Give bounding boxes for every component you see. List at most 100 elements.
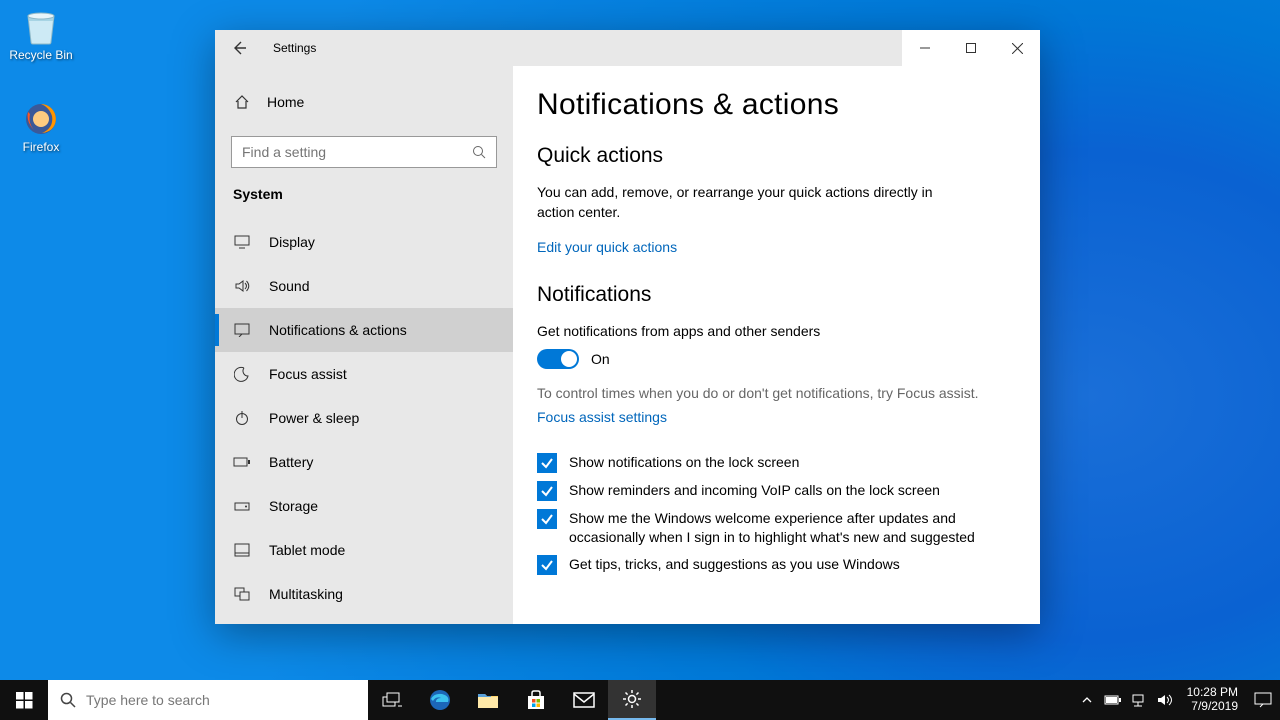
toggle-state-label: On bbox=[591, 351, 610, 367]
maximize-icon bbox=[966, 43, 976, 53]
recycle-bin-icon bbox=[22, 6, 60, 46]
task-view-button[interactable] bbox=[368, 680, 416, 720]
desktop-icon-label: Firefox bbox=[3, 140, 79, 154]
mail-icon bbox=[573, 691, 595, 709]
checkbox-icon bbox=[537, 453, 557, 473]
section-notifications: Notifications bbox=[537, 283, 1010, 307]
minimize-button[interactable] bbox=[902, 30, 948, 66]
nav-notifications[interactable]: Notifications & actions bbox=[215, 308, 513, 352]
nav-home[interactable]: Home bbox=[215, 80, 513, 124]
start-button[interactable] bbox=[0, 680, 48, 720]
content-pane[interactable]: Notifications & actions Quick actions Yo… bbox=[513, 66, 1040, 624]
taskbar-mail[interactable] bbox=[560, 680, 608, 720]
nav-label: Notifications & actions bbox=[269, 322, 407, 338]
close-button[interactable] bbox=[994, 30, 1040, 66]
nav-battery[interactable]: Battery bbox=[215, 440, 513, 484]
taskbar-store[interactable] bbox=[512, 680, 560, 720]
nav-label: Tablet mode bbox=[269, 542, 345, 558]
nav-list: Display Sound Notifications & actions Fo… bbox=[215, 220, 513, 624]
close-icon bbox=[1012, 43, 1023, 54]
nav-display[interactable]: Display bbox=[215, 220, 513, 264]
nav-home-label: Home bbox=[267, 94, 304, 110]
tray-overflow[interactable] bbox=[1077, 696, 1097, 704]
checkbox-label: Show reminders and incoming VoIP calls o… bbox=[569, 481, 940, 500]
store-icon bbox=[525, 689, 547, 711]
checkbox-icon bbox=[537, 555, 557, 575]
page-title: Notifications & actions bbox=[537, 88, 1010, 122]
notifications-toggle[interactable] bbox=[537, 349, 579, 369]
taskbar-file-explorer[interactable] bbox=[464, 680, 512, 720]
taskbar-edge[interactable] bbox=[416, 680, 464, 720]
nav-focus-assist[interactable]: Focus assist bbox=[215, 352, 513, 396]
back-arrow-icon bbox=[231, 40, 247, 56]
quick-actions-desc: You can add, remove, or rearrange your q… bbox=[537, 182, 957, 223]
focus-assist-settings-link[interactable]: Focus assist settings bbox=[537, 409, 667, 425]
desktop-icon-label: Recycle Bin bbox=[3, 48, 79, 62]
taskbar-settings[interactable] bbox=[608, 680, 656, 720]
storage-icon bbox=[233, 497, 251, 515]
network-icon bbox=[1131, 693, 1147, 707]
nav-label: Power & sleep bbox=[269, 410, 359, 426]
tray-network[interactable] bbox=[1129, 693, 1149, 707]
focus-assist-hint: To control times when you do or don't ge… bbox=[537, 383, 1010, 403]
gear-icon bbox=[622, 689, 642, 709]
maximize-button[interactable] bbox=[948, 30, 994, 66]
search-icon bbox=[60, 692, 76, 708]
checkbox-icon bbox=[537, 481, 557, 501]
titlebar: Settings bbox=[215, 30, 1040, 66]
minimize-icon bbox=[920, 43, 930, 53]
multitasking-icon bbox=[233, 585, 251, 603]
checkbox-label: Show me the Windows welcome experience a… bbox=[569, 509, 977, 547]
taskbar-search[interactable]: Type here to search bbox=[48, 680, 368, 720]
search-box[interactable] bbox=[231, 136, 497, 168]
nav-label: Storage bbox=[269, 498, 318, 514]
tray-volume[interactable] bbox=[1155, 693, 1175, 707]
search-icon bbox=[472, 145, 486, 159]
sidebar: Home System Display Sound Notifications … bbox=[215, 66, 513, 624]
nav-multitasking[interactable]: Multitasking bbox=[215, 572, 513, 616]
desktop-icon-recycle-bin[interactable]: Recycle Bin bbox=[3, 6, 79, 62]
nav-storage[interactable]: Storage bbox=[215, 484, 513, 528]
checkbox-icon bbox=[537, 509, 557, 529]
power-icon bbox=[233, 409, 251, 427]
edge-icon bbox=[428, 688, 452, 712]
volume-icon bbox=[1157, 693, 1173, 707]
nav-label: Multitasking bbox=[269, 586, 343, 602]
nav-label: Display bbox=[269, 234, 315, 250]
nav-power-sleep[interactable]: Power & sleep bbox=[215, 396, 513, 440]
home-icon bbox=[233, 93, 251, 111]
checkbox-reminders-voip[interactable]: Show reminders and incoming VoIP calls o… bbox=[537, 481, 977, 501]
window-title: Settings bbox=[263, 30, 316, 66]
notifications-label: Get notifications from apps and other se… bbox=[537, 321, 1010, 341]
tablet-icon bbox=[233, 541, 251, 559]
checkbox-tips-tricks[interactable]: Get tips, tricks, and suggestions as you… bbox=[537, 555, 977, 575]
tray-time: 10:28 PM bbox=[1187, 686, 1238, 700]
task-view-icon bbox=[382, 692, 402, 708]
system-tray: 10:28 PM 7/9/2019 bbox=[1077, 680, 1280, 720]
search-input[interactable] bbox=[242, 144, 472, 160]
folder-icon bbox=[477, 691, 499, 709]
desktop-icon-firefox[interactable]: Firefox bbox=[3, 100, 79, 154]
checkbox-welcome-experience[interactable]: Show me the Windows welcome experience a… bbox=[537, 509, 977, 547]
taskbar: Type here to search 10:28 PM 7/9/2019 bbox=[0, 680, 1280, 720]
back-button[interactable] bbox=[215, 30, 263, 66]
checkbox-lock-screen-notif[interactable]: Show notifications on the lock screen bbox=[537, 453, 977, 473]
notifications-icon bbox=[233, 321, 251, 339]
sound-icon bbox=[233, 277, 251, 295]
nav-sound[interactable]: Sound bbox=[215, 264, 513, 308]
action-center-icon bbox=[1254, 692, 1272, 708]
edit-quick-actions-link[interactable]: Edit your quick actions bbox=[537, 239, 677, 255]
tray-clock[interactable]: 10:28 PM 7/9/2019 bbox=[1181, 686, 1244, 714]
action-center-button[interactable] bbox=[1250, 692, 1276, 708]
battery-icon bbox=[233, 453, 251, 471]
nav-label: Battery bbox=[269, 454, 313, 470]
tray-battery[interactable] bbox=[1103, 694, 1123, 706]
windows-icon bbox=[16, 692, 33, 709]
nav-label: Sound bbox=[269, 278, 309, 294]
section-quick-actions: Quick actions bbox=[537, 144, 1010, 168]
taskbar-search-placeholder: Type here to search bbox=[86, 692, 210, 708]
nav-label: Focus assist bbox=[269, 366, 347, 382]
nav-tablet-mode[interactable]: Tablet mode bbox=[215, 528, 513, 572]
focus-assist-icon bbox=[233, 365, 251, 383]
checkbox-label: Get tips, tricks, and suggestions as you… bbox=[569, 555, 900, 574]
